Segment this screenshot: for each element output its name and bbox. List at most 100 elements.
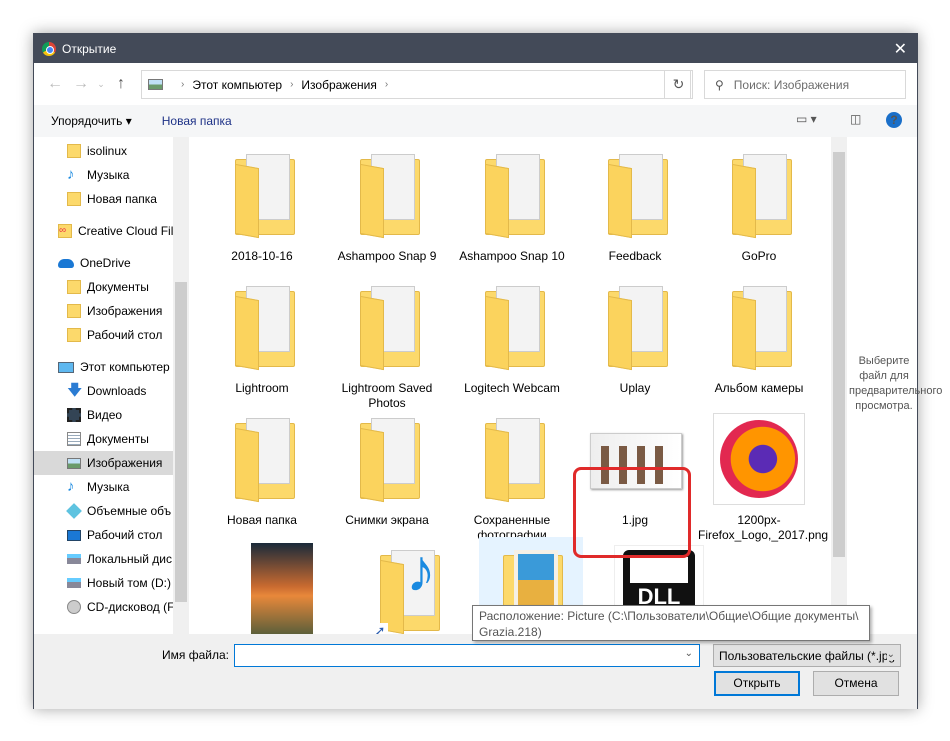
sidebar-item-label: Новая папка [87,192,157,206]
help-button[interactable]: ? [886,112,902,128]
file-name: Ashampoo Snap 10 [459,249,565,263]
drive-icon [67,578,81,588]
sidebar-item[interactable]: CD-дисковод (F: [34,595,189,619]
back-button[interactable]: ← [42,75,68,93]
sidebar-item[interactable]: Изображения [34,451,173,475]
desktop-icon [67,529,81,541]
sidebar-item[interactable]: Этот компьютер [34,355,189,379]
music-icon: ♪ [67,478,75,495]
chevron-right-icon[interactable]: › [290,79,293,90]
navigation-pane: isolinux ♪ Музыка Новая папка ∞ Creative Clou… [34,137,189,634]
file-item[interactable]: Новая папка [201,411,323,528]
sidebar-item-label: Изображения [87,456,163,470]
cancel-button[interactable]: Отмена [813,671,899,696]
folder-icon [235,154,295,239]
file-item[interactable]: 1200px-Firefox_Logo,_2017.png [698,411,829,543]
file-item[interactable]: Uplay [574,279,696,396]
file-item[interactable]: 2018-10-16 [201,147,323,264]
file-name: Feedback [608,249,662,263]
filetype-value: Пользовательские файлы (*.jpg [719,649,896,663]
open-button[interactable]: Открыть [714,671,800,696]
recent-dropdown-icon[interactable]: ⌄ [94,79,108,90]
search-input[interactable]: ⚲ Поиск: Изображения [704,70,906,99]
organize-button[interactable]: Упорядочить ▾ [51,114,132,128]
file-name: Ashampoo Snap 9 [337,249,437,263]
sidebar-item[interactable]: ♪ Музыка [34,163,189,187]
folder-icon [67,328,81,342]
sidebar-item-label: Видео [87,408,123,422]
file-item[interactable]: Сохраненные фотографии [451,411,573,543]
file-item[interactable]: GoPro [698,147,820,264]
folder-icon [485,154,545,239]
breadcrumb-pictures[interactable]: Изображения [301,78,376,92]
file-item[interactable]: Logitech Webcam [451,279,573,396]
file-item[interactable]: Альбом камеры [698,279,820,396]
folder-icon [360,154,420,239]
photo-thumbnail [251,543,313,634]
drive-icon [67,554,81,564]
sidebar-item[interactable]: OneDrive [34,251,189,275]
file-item[interactable]: Feedback [574,147,696,264]
chevron-right-icon[interactable]: › [181,79,184,90]
sidebar-item[interactable]: Документы [34,427,189,451]
address-bar[interactable]: › Этот компьютер › Изображения › [141,70,691,99]
toolbar: Упорядочить ▾ Новая папка ▭ ▾ ◫ ? [34,105,917,137]
forward-button[interactable]: → [68,75,94,93]
sidebar-item[interactable]: Локальный дис [34,547,189,571]
sidebar-item[interactable]: Рабочий стол [34,323,189,347]
chevron-right-icon[interactable]: › [385,79,388,90]
sidebar-item-label: Изображения [87,304,163,318]
filename-input[interactable]: ⌄ [234,644,700,667]
preview-pane-button[interactable]: ◫ [850,112,861,126]
sidebar-item-label: OneDrive [80,256,131,270]
file-name: 1200px-Firefox_Logo,_2017.png [698,513,829,542]
file-item[interactable]: Ashampoo Snap 9 [326,147,448,264]
file-item[interactable] [221,543,343,634]
video-icon [67,408,81,422]
folder-icon [360,418,420,503]
folder-icon [360,286,420,371]
folder-icon [67,144,81,158]
folder-icon [67,304,81,318]
sidebar-item[interactable]: ∞ Creative Cloud Fil [34,219,189,243]
music-icon: ♪ [67,166,75,183]
file-scrollbar-thumb[interactable] [833,152,845,557]
refresh-button[interactable]: ↻ [664,70,693,99]
nav-scrollbar-thumb[interactable] [175,282,187,602]
chevron-down-icon[interactable]: ⌄ [685,648,693,659]
filetype-select[interactable]: Пользовательские файлы (*.jpg ⌄ [713,644,901,667]
new-folder-button[interactable]: Новая папка [162,114,232,128]
file-item[interactable]: ♪ ➚ [346,541,468,634]
tooltip-line: Расположение: Picture (C:\Пользователи\О… [479,609,859,623]
pictures-icon [148,79,163,90]
sidebar-item-label: Рабочий стол [87,528,163,542]
highlight-box [573,467,691,558]
sidebar-item[interactable]: Документы [34,275,189,299]
sidebar-item[interactable]: Новый том (D:) [34,571,189,595]
close-button[interactable]: ✕ [894,39,907,59]
file-item[interactable]: Ashampoo Snap 10 [451,147,573,264]
sidebar-item[interactable]: 🡇 Downloads [34,379,189,403]
sidebar-item[interactable]: Рабочий стол [34,523,189,547]
search-icon: ⚲ [715,77,724,92]
sidebar-item-label: Локальный дис [87,552,172,566]
sidebar-item-label: isolinux [87,144,128,158]
filename-label: Имя файла: [162,648,229,662]
up-button[interactable]: ↑ [108,75,134,93]
shortcut-arrow-icon: ➚ [372,623,388,634]
folder-icon [485,418,545,503]
file-item[interactable]: Снимки экрана [326,411,448,528]
sidebar-item[interactable]: Объемные объ [34,499,189,523]
sidebar-item[interactable]: Новая папка [34,187,189,211]
folder-icon [608,286,668,371]
sidebar-item[interactable]: Изображения [34,299,189,323]
sidebar-item[interactable]: ♪ Музыка [34,475,189,499]
sidebar-item[interactable]: Видео [34,403,189,427]
sidebar-item[interactable]: isolinux [34,139,189,163]
view-options-button[interactable]: ▭ ▾ [796,112,817,126]
file-item[interactable]: Lightroom Saved Photos [326,279,448,411]
breadcrumb-this-pc[interactable]: Этот компьютер [192,78,282,92]
file-item[interactable]: Lightroom [201,279,323,396]
folder-icon [732,154,792,239]
sidebar-item-label: Документы [87,432,149,446]
